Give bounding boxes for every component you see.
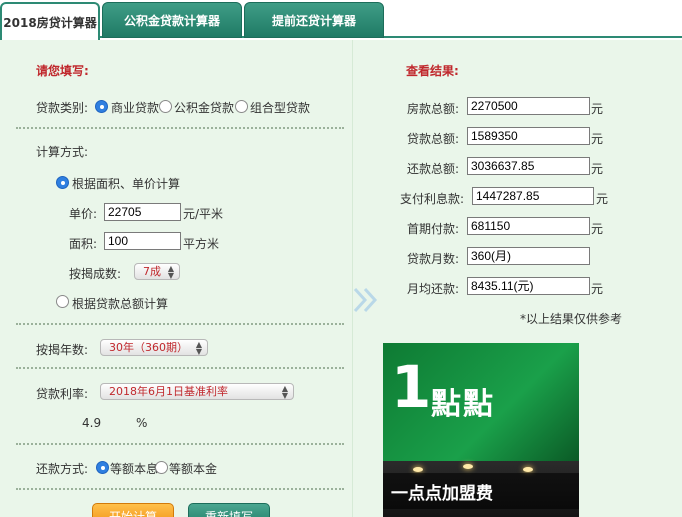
loan-type-label: 贷款类别:	[36, 101, 89, 115]
result-label-months: 贷款月数:	[407, 252, 460, 266]
radio-provident-loan-label: 公积金贷款	[174, 101, 235, 115]
tab-provident-fund-calculator[interactable]: 公积金贷款计算器	[102, 2, 242, 38]
result-monthly-payment[interactable]: 8435.11(元)	[467, 277, 590, 295]
radio-provident-loan[interactable]	[159, 100, 172, 113]
radio-calc-by-area[interactable]	[56, 176, 69, 189]
reset-button[interactable]: 重新填写	[188, 503, 270, 517]
results-title: 查看结果:	[406, 64, 459, 78]
repay-method-label: 还款方式:	[36, 462, 89, 476]
panel-divider	[352, 40, 353, 517]
area-input[interactable]: 100	[104, 232, 181, 250]
radio-calc-by-total-label: 根据贷款总额计算	[72, 297, 169, 311]
ad-lamp	[463, 464, 473, 469]
tab-mortgage-calculator[interactable]: 2018房贷计算器	[0, 2, 100, 40]
result-label-repay-total: 还款总额:	[407, 162, 460, 176]
area-unit: 平方米	[183, 237, 220, 251]
tab-bar: 2018房贷计算器 公积金贷款计算器 提前还贷计算器	[0, 0, 682, 40]
result-label-down-payment: 首期付款:	[407, 222, 460, 236]
ratio-select-value: 7成	[143, 265, 161, 278]
rate-number[interactable]: 4.9	[82, 416, 101, 430]
unit-price-unit: 元/平米	[183, 207, 224, 221]
rate-unit: %	[136, 416, 148, 430]
ad-banner[interactable]: 1 點點 一点点加盟费	[383, 343, 579, 517]
result-label-monthly-payment: 月均还款:	[407, 282, 460, 296]
radio-equal-installment[interactable]	[96, 461, 109, 474]
ad-logo-number: 1	[391, 353, 432, 421]
divider-dots	[16, 127, 344, 129]
rate-select[interactable]: 2018年6月1日基准利率 ▲ ▼	[100, 383, 294, 400]
divider-dots	[16, 488, 344, 490]
tab-prepayment-calculator[interactable]: 提前还贷计算器	[244, 2, 384, 38]
rate-select-value: 2018年6月1日基准利率	[109, 385, 228, 398]
result-label-loan-total: 贷款总额:	[407, 132, 460, 146]
result-unit: 元	[591, 102, 604, 116]
form-title: 请您填写:	[36, 64, 89, 78]
ratio-label: 按揭成数:	[69, 267, 122, 281]
divider-dots	[16, 323, 344, 325]
unit-price-input[interactable]: 22705	[104, 203, 181, 221]
unit-price-label: 单价:	[69, 207, 98, 221]
double-chevron-right-icon	[353, 287, 378, 313]
radio-commercial-loan-label: 商业贷款	[111, 101, 160, 115]
years-select[interactable]: 30年（360期） ▲ ▼	[100, 339, 208, 356]
result-interest[interactable]: 1447287.85	[472, 187, 594, 205]
result-label-interest: 支付利息款:	[400, 192, 465, 206]
ad-lamp	[523, 467, 533, 472]
radio-equal-principal-label: 等额本金	[169, 462, 218, 476]
divider-dots	[16, 443, 344, 445]
ad-logo-text: 點點	[431, 387, 495, 422]
result-repay-total[interactable]: 3036637.85	[467, 157, 590, 175]
years-select-value: 30年（360期）	[109, 341, 188, 354]
result-unit: 元	[596, 192, 609, 206]
calc-method-label: 计算方式:	[36, 145, 89, 159]
result-unit: 元	[591, 222, 604, 236]
radio-calc-by-total[interactable]	[56, 295, 69, 308]
radio-equal-principal[interactable]	[155, 461, 168, 474]
result-unit: 元	[591, 132, 604, 146]
result-unit: 元	[591, 282, 604, 296]
radio-commercial-loan[interactable]	[95, 100, 108, 113]
select-arrows-icon: ▲ ▼	[281, 384, 288, 400]
ad-lamp	[413, 467, 423, 472]
radio-combined-loan-label: 组合型贷款	[250, 101, 311, 115]
result-house-total[interactable]: 2270500	[467, 97, 590, 115]
result-down-payment[interactable]: 681150	[467, 217, 590, 235]
result-label-house-total: 房款总额:	[407, 102, 460, 116]
result-loan-total[interactable]: 1589350	[467, 127, 590, 145]
rate-label: 贷款利率:	[36, 387, 89, 401]
radio-equal-installment-label: 等额本息	[110, 462, 159, 476]
result-unit: 元	[591, 162, 604, 176]
select-arrows-icon: ▲ ▼	[195, 340, 202, 356]
area-label: 面积:	[69, 237, 98, 251]
radio-calc-by-area-label: 根据面积、单价计算	[72, 177, 181, 191]
result-months[interactable]: 360(月)	[467, 247, 590, 265]
years-label: 按揭年数:	[36, 343, 89, 357]
select-arrows-icon: ▲ ▼	[167, 264, 174, 280]
ratio-select[interactable]: 7成 ▲ ▼	[134, 263, 180, 280]
divider-dots	[16, 367, 344, 369]
calculate-button[interactable]: 开始计算	[92, 503, 174, 517]
ad-caption: 一点点加盟费	[383, 473, 579, 509]
result-note: *以上结果仅供参考	[520, 312, 623, 326]
radio-combined-loan[interactable]	[235, 100, 248, 113]
